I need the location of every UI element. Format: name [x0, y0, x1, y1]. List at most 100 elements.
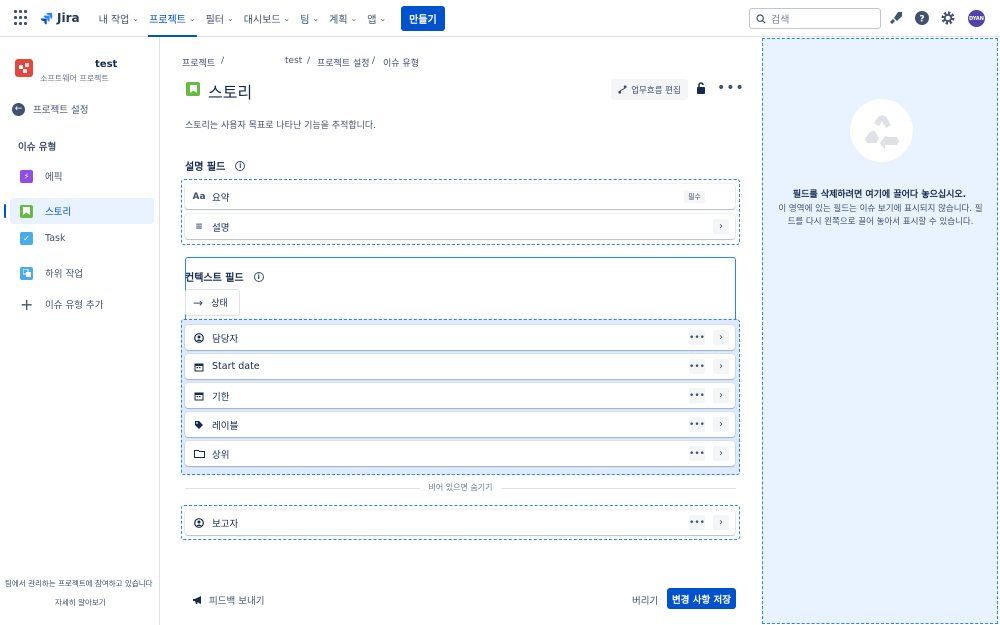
- breadcrumb-separator: /: [307, 56, 311, 66]
- nav-filters[interactable]: 필터 ⌄: [201, 0, 239, 37]
- field-assignee[interactable]: 담당자 ••• ›: [185, 325, 735, 350]
- unlock-icon[interactable]: [696, 82, 706, 94]
- epic-lightning-icon: ⚡: [20, 169, 33, 183]
- project-sidebar: test 소프트웨어 프로젝트 ← 프로젝트 설정 이슈 유형 ⚡ 에픽 스토리…: [0, 37, 160, 625]
- more-options-icon[interactable]: •••: [689, 515, 705, 530]
- chevron-down-icon: ⌄: [227, 13, 234, 23]
- info-icon[interactable]: i: [253, 271, 264, 282]
- chevron-right-icon[interactable]: ›: [713, 417, 729, 432]
- sidebar-item-story[interactable]: 스토리: [4, 198, 154, 224]
- dropzone-title: 필드를 삭제하려면 여기에 끌어다 놓으십시오.: [792, 190, 967, 200]
- field-summary[interactable]: Aa 요약 필수: [185, 184, 735, 209]
- chevron-down-icon: ⌄: [132, 13, 140, 23]
- field-label: 상위: [212, 449, 230, 461]
- more-options-icon[interactable]: •••: [689, 330, 705, 345]
- discard-button[interactable]: 버리기: [632, 593, 658, 607]
- person-icon: [193, 517, 205, 528]
- sidebar-item-subtask[interactable]: 하위 작업: [10, 260, 154, 286]
- calendar-icon: [193, 362, 205, 372]
- more-actions-icon[interactable]: •••: [717, 80, 745, 96]
- project-header[interactable]: test 소프트웨어 프로젝트: [15, 59, 117, 83]
- nav-projects[interactable]: 프로젝트 ⌄: [144, 0, 201, 37]
- more-options-icon[interactable]: •••: [689, 359, 705, 374]
- user-avatar[interactable]: DYAN: [968, 10, 985, 27]
- hide-when-empty-divider: 비어 있으면 숨기기: [185, 483, 736, 492]
- field-label: Start date: [212, 361, 260, 372]
- field-parent[interactable]: 상위 ••• ›: [185, 441, 735, 466]
- chevron-right-icon[interactable]: ›: [713, 515, 729, 530]
- field-due-date[interactable]: 기한 ••• ›: [185, 383, 735, 408]
- nav-apps[interactable]: 앱 ⌄: [362, 0, 391, 37]
- field-start-date[interactable]: Start date ••• ›: [185, 354, 735, 379]
- back-label: 프로젝트 설정: [33, 105, 89, 116]
- section-title: 컨텍스트 필드: [185, 273, 244, 284]
- save-changes-button[interactable]: 변경 사항 저장: [667, 588, 736, 609]
- more-options-icon[interactable]: •••: [689, 417, 705, 432]
- text-aa-icon: Aa: [192, 191, 206, 202]
- field-label: 상태: [211, 299, 228, 309]
- hide-when-empty-label: 비어 있으면 숨기기: [428, 483, 493, 492]
- send-feedback-button[interactable]: 피드백 보내기: [192, 593, 264, 607]
- field-description[interactable]: ≡ 설명 ›: [185, 214, 735, 239]
- svg-text:?: ?: [919, 15, 924, 25]
- search-icon: [756, 13, 766, 24]
- info-icon[interactable]: i: [235, 160, 246, 171]
- chevron-right-icon[interactable]: ›: [713, 219, 729, 234]
- field-label: 담당자: [212, 333, 239, 345]
- chevron-down-icon: ⌄: [312, 13, 320, 23]
- breadcrumb-project-settings[interactable]: 프로젝트 설정: [317, 56, 370, 69]
- field-labels[interactable]: 레이블 ••• ›: [185, 412, 735, 437]
- breadcrumb-separator: /: [221, 56, 225, 66]
- dragging-field-status[interactable]: → 상태: [185, 289, 240, 316]
- chevron-right-icon[interactable]: ›: [713, 330, 729, 345]
- field-removal-dropzone: 필드를 삭제하려면 여기에 끌어다 놓으십시오. 이 영역에 있는 필드는 이슈…: [762, 38, 998, 624]
- nav-label: 앱: [367, 14, 377, 26]
- context-fields-heading: 컨텍스트 필드 i: [185, 269, 264, 284]
- chevron-right-icon[interactable]: ›: [713, 388, 729, 403]
- search-input[interactable]: 검색: [749, 8, 881, 29]
- issue-types-heading: 이슈 유형: [18, 142, 57, 153]
- sidebar-item-label: 스토리: [45, 207, 72, 218]
- chevron-down-icon: ⌄: [379, 13, 387, 23]
- chevron-right-icon[interactable]: ›: [713, 446, 729, 461]
- field-label: 요약: [212, 192, 230, 204]
- top-navigation-bar: Jira 내 작업 ⌄ 프로젝트 ⌄ 필터 ⌄ 대시보드 ⌄ 팀 ⌄ 계획 ⌄ 앱 ⌄ 만들기…: [0, 0, 1000, 37]
- nav-label: 팀: [300, 14, 310, 26]
- calendar-icon: [193, 391, 205, 401]
- story-bookmark-icon: [20, 204, 33, 218]
- add-issue-type-button[interactable]: + 이슈 유형 추가: [10, 291, 154, 317]
- app-switcher-icon[interactable]: [14, 10, 30, 26]
- settings-gear-icon[interactable]: [940, 10, 956, 26]
- sidebar-item-epic[interactable]: ⚡ 에픽: [10, 163, 154, 189]
- nav-plans[interactable]: 계획 ⌄: [324, 0, 362, 37]
- search-placeholder: 검색: [771, 15, 790, 26]
- help-icon[interactable]: ?: [914, 10, 930, 26]
- back-to-project-settings[interactable]: ← 프로젝트 설정: [12, 102, 88, 116]
- sidebar-item-label: 이슈 유형 추가: [45, 300, 104, 311]
- learn-more-link[interactable]: 자세히 알아보기: [55, 597, 106, 608]
- more-options-icon[interactable]: •••: [689, 446, 705, 461]
- more-options-icon[interactable]: •••: [689, 388, 705, 403]
- project-type: 소프트웨어 프로젝트: [40, 74, 109, 83]
- arrow-right-icon: →: [193, 295, 204, 310]
- sidebar-item-task[interactable]: ✓ Task: [10, 225, 154, 251]
- chevron-right-icon[interactable]: ›: [713, 359, 729, 374]
- context-fields-drag-outline: [185, 257, 736, 323]
- breadcrumb-separator: /: [372, 56, 376, 66]
- parent-folder-icon: [193, 449, 205, 458]
- breadcrumb-issue-types[interactable]: 이슈 유형: [383, 56, 419, 69]
- nav-my-work[interactable]: 내 작업 ⌄: [94, 0, 144, 37]
- breadcrumb-project[interactable]: test: [285, 56, 302, 66]
- notifications-rocket-icon[interactable]: [888, 10, 904, 26]
- create-button[interactable]: 만들기: [401, 5, 445, 31]
- breadcrumb-projects[interactable]: 프로젝트: [182, 56, 215, 69]
- page-title: 스토리: [208, 83, 253, 102]
- sidebar-item-label: Task: [45, 232, 66, 244]
- field-reporter[interactable]: 보고자 ••• ›: [185, 510, 735, 535]
- nav-teams[interactable]: 팀 ⌄: [295, 0, 324, 37]
- nav-label: 프로젝트: [149, 14, 186, 26]
- arrow-left-icon: ←: [12, 102, 25, 116]
- edit-workflow-button[interactable]: 업무흐름 편집: [611, 79, 688, 100]
- nav-dashboards[interactable]: 대시보드 ⌄: [239, 0, 296, 37]
- jira-logo[interactable]: Jira: [40, 11, 80, 25]
